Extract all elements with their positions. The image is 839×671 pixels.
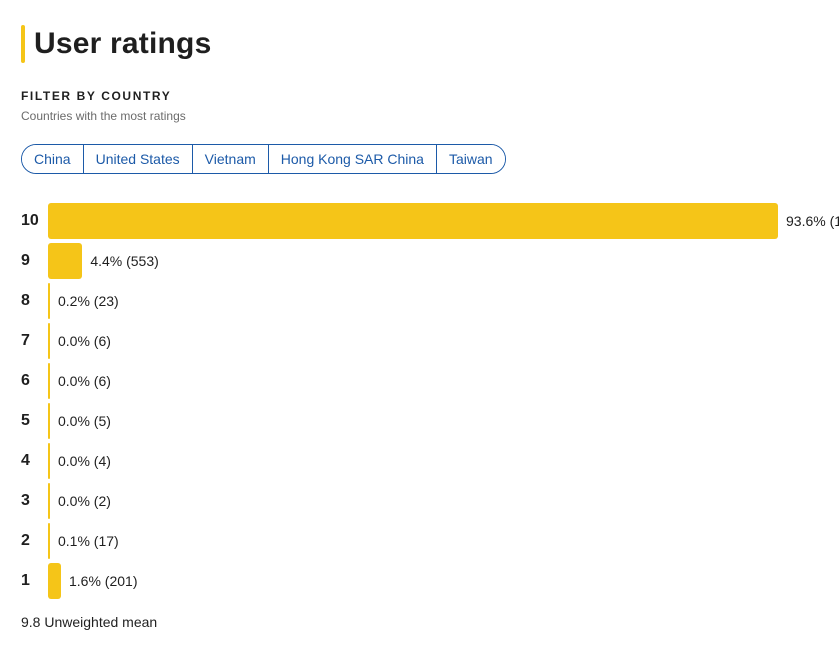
- rating-label: 9: [21, 252, 30, 269]
- country-chip-hong-kong[interactable]: Hong Kong SAR China: [268, 145, 437, 173]
- rating-value-label: 0.1% (17): [58, 533, 119, 549]
- rating-row-1: 1 1.6% (201): [0, 562, 839, 600]
- country-chip-china[interactable]: China: [22, 145, 84, 173]
- rating-bar: [48, 243, 83, 279]
- rating-value-label: 0.0% (6): [58, 333, 111, 349]
- country-filter-group: China United States Vietnam Hong Kong SA…: [21, 144, 506, 174]
- rating-bar: [48, 203, 778, 239]
- rating-bar: [48, 483, 50, 519]
- rating-label: 7: [21, 332, 30, 349]
- rating-row-10: 10 93.6% (12K): [0, 202, 839, 240]
- rating-value-label: 0.0% (2): [58, 493, 111, 509]
- rating-bar: [48, 363, 50, 399]
- rating-row-4: 4 0.0% (4): [0, 442, 839, 480]
- rating-bar: [48, 443, 50, 479]
- rating-bar: [48, 323, 50, 359]
- rating-label: 8: [21, 292, 30, 309]
- rating-row-9: 9 4.4% (553): [0, 242, 839, 280]
- rating-label: 10: [21, 212, 39, 229]
- rating-row-6: 6 0.0% (6): [0, 362, 839, 400]
- rating-value-label: 0.2% (23): [58, 293, 119, 309]
- rating-value-label: 0.0% (6): [58, 373, 111, 389]
- rating-bar: [48, 403, 50, 439]
- ratings-header: User ratings: [21, 24, 211, 64]
- page-title: User ratings: [34, 27, 212, 60]
- rating-bar: [48, 523, 50, 559]
- rating-row-7: 7 0.0% (6): [0, 322, 839, 360]
- rating-row-3: 3 0.0% (2): [0, 482, 839, 520]
- filter-heading: FILTER BY COUNTRY: [21, 89, 172, 103]
- rating-value-label: 1.6% (201): [69, 573, 138, 589]
- rating-label: 2: [21, 532, 30, 549]
- unweighted-mean: 9.8 Unweighted mean: [21, 614, 158, 630]
- rating-label: 3: [21, 492, 30, 509]
- rating-value-label: 4.4% (553): [90, 253, 159, 269]
- rating-label: 1: [21, 572, 30, 589]
- rating-row-8: 8 0.2% (23): [0, 282, 839, 320]
- rating-value-label: 93.6% (12K): [786, 213, 839, 229]
- filter-subtitle: Countries with the most ratings: [21, 109, 186, 123]
- country-chip-united-states[interactable]: United States: [83, 145, 193, 173]
- title-accent-bar: [21, 25, 25, 63]
- ratings-histogram: 10 93.6% (12K) 9 4.4% (553) 8 0.2% (23) 7 0.0% …: [0, 202, 839, 602]
- rating-bar: [48, 283, 50, 319]
- country-chip-vietnam[interactable]: Vietnam: [192, 145, 269, 173]
- rating-row-2: 2 0.1% (17): [0, 522, 839, 560]
- rating-label: 4: [21, 452, 30, 469]
- rating-label: 6: [21, 372, 30, 389]
- rating-row-5: 5 0.0% (5): [0, 402, 839, 440]
- rating-label: 5: [21, 412, 30, 429]
- rating-value-label: 0.0% (5): [58, 413, 111, 429]
- country-chip-taiwan[interactable]: Taiwan: [436, 145, 505, 173]
- rating-value-label: 0.0% (4): [58, 453, 111, 469]
- rating-bar: [48, 563, 61, 599]
